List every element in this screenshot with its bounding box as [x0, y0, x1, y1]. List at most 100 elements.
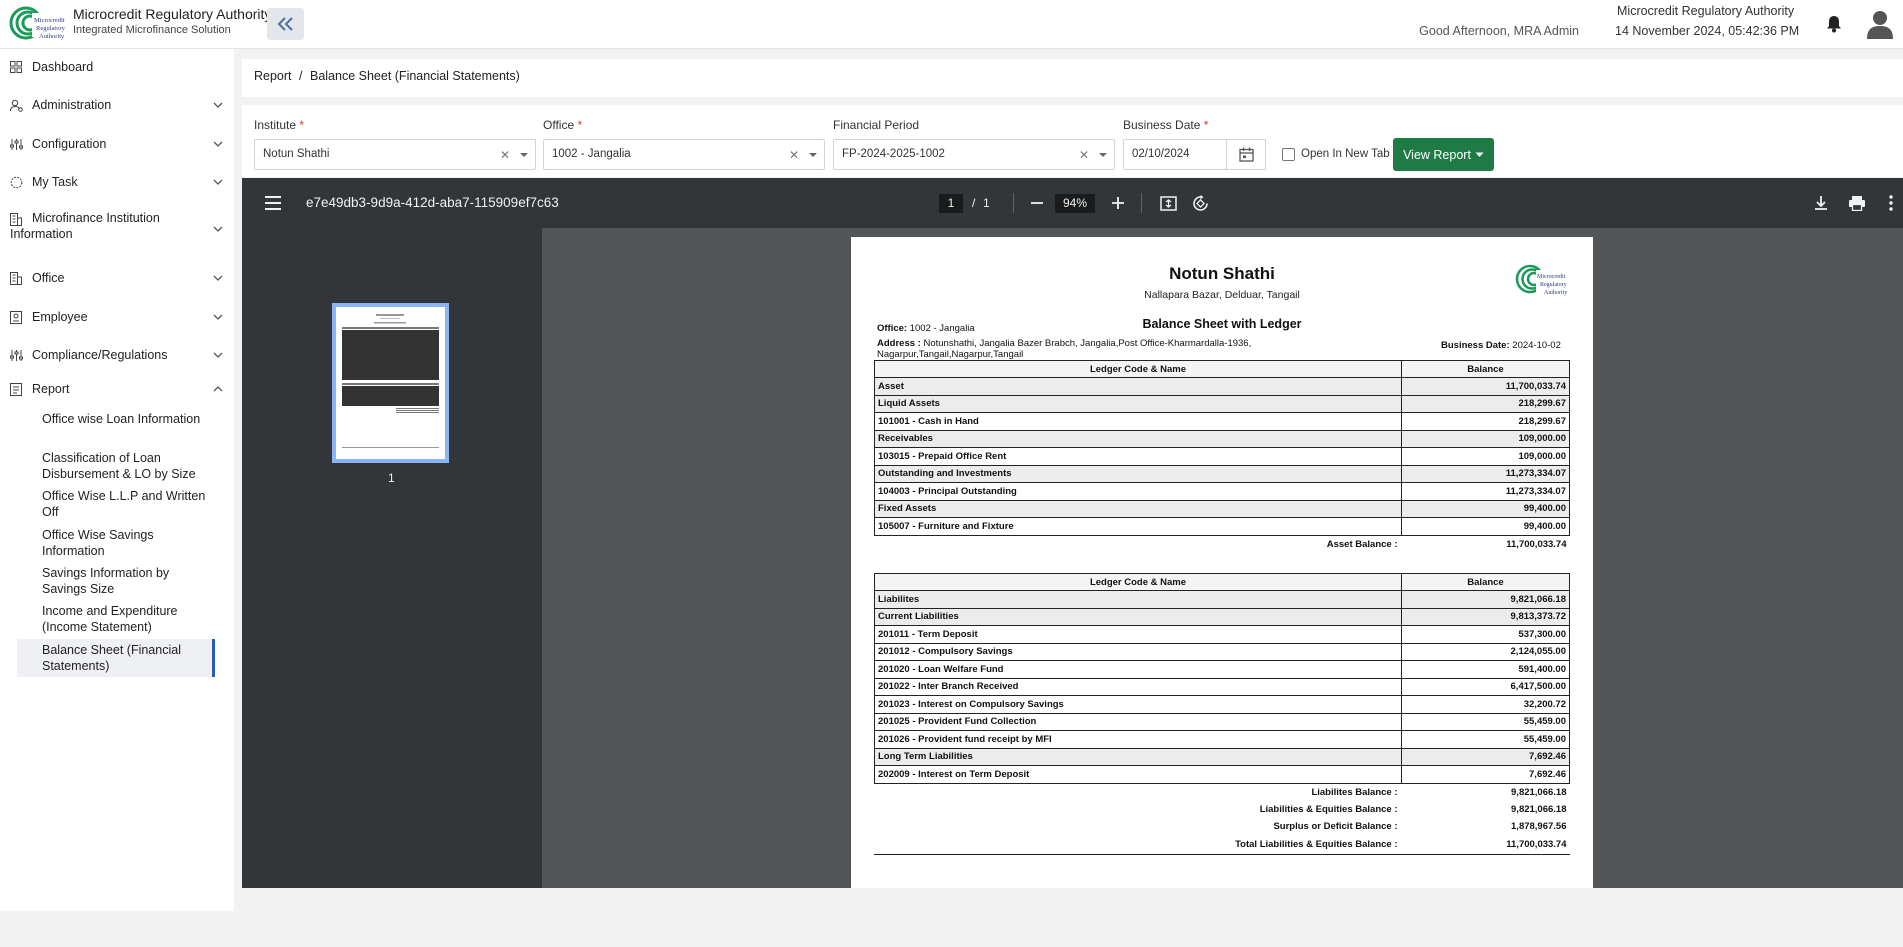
menu-icon[interactable]: [264, 195, 282, 211]
total-row: Surplus or Deficit Balance : 1,878,967.56: [875, 818, 1570, 836]
caret-down-icon[interactable]: [519, 152, 529, 158]
sliders-icon: [9, 348, 23, 362]
asset-ledger-table: Ledger Code & Name Balance Asset 11,700,0…: [874, 360, 1570, 553]
sidebar-item-configuration[interactable]: Configuration: [0, 134, 234, 154]
zoom-level-input[interactable]: 94%: [1055, 194, 1095, 213]
sidebar-item-label: Report: [32, 382, 70, 396]
open-new-tab-label: Open In New Tab: [1301, 148, 1390, 160]
report-sub-office-savings[interactable]: Office Wise Savings Information: [42, 527, 212, 559]
sidebar-item-compliance[interactable]: Compliance/Regulations: [0, 345, 234, 365]
ledger-balance-cell: 11,700,033.74: [1401, 377, 1570, 396]
sidebar-item-dashboard[interactable]: Dashboard: [0, 57, 234, 77]
total-row: Liabilites Balance : 9,821,066.18: [875, 783, 1570, 801]
sidebar-item-office[interactable]: Office: [0, 268, 234, 288]
current-datetime: 14 November 2024, 05:42:36 PM: [1615, 24, 1800, 38]
institute-select[interactable]: Notun Shathi ✕: [254, 139, 536, 170]
total-value: 11,700,033.74: [1506, 538, 1567, 550]
financial-period-value: FP-2024-2025-1002: [842, 148, 945, 160]
fit-page-icon: [1159, 195, 1177, 211]
bell-icon[interactable]: [1826, 15, 1842, 33]
circle-icon: [9, 175, 23, 189]
institute-label: Institute *: [254, 118, 305, 132]
more-options-button[interactable]: [1879, 191, 1903, 215]
sidebar-item-mfi-information[interactable]: Microfinance Institution Information: [0, 211, 234, 241]
clear-icon[interactable]: ✕: [789, 148, 799, 162]
office-value: 1002 - Jangalia: [552, 148, 631, 160]
report-page: Notun Shathi Nallapara Bazar, Delduar, T…: [851, 237, 1593, 888]
id-card-icon: [9, 310, 23, 324]
sidebar-item-label: Dashboard: [32, 60, 94, 74]
business-date-value: 02/10/2024: [1132, 148, 1190, 160]
zoom-out-button[interactable]: [1025, 191, 1049, 215]
ledger-name-cell: Outstanding and Investments: [874, 464, 1402, 483]
report-business-date: Business Date: 2024-10-02: [1441, 340, 1561, 351]
report-sub-savings-size[interactable]: Savings Information by Savings Size: [42, 565, 212, 597]
office-label: Office *: [543, 118, 583, 132]
report-office: Office: 1002 - Jangalia: [877, 323, 975, 334]
chevron-down-icon: [213, 102, 223, 108]
total-label: Surplus or Deficit Balance :: [1273, 821, 1398, 833]
calendar-button[interactable]: [1226, 139, 1266, 170]
mra-logo: Microcredit Regulatory Authority: [9, 6, 66, 40]
ledger-balance-cell: 537,300.00: [1401, 625, 1570, 644]
ledger-name-cell: 201011 - Term Deposit: [874, 625, 1402, 644]
office-select[interactable]: 1002 - Jangalia ✕: [543, 139, 825, 170]
page-number-input[interactable]: 1: [939, 194, 963, 213]
download-icon: [1815, 196, 1827, 210]
ledger-name-cell: 104003 - Principal Outstanding: [874, 482, 1402, 501]
user-avatar-icon[interactable]: [1866, 9, 1894, 39]
report-sub-office-loan[interactable]: Office wise Loan Information: [42, 411, 212, 427]
report-org-title: Notun Shathi: [1169, 264, 1275, 283]
svg-text:Regulatory: Regulatory: [36, 25, 66, 32]
print-button[interactable]: [1845, 191, 1869, 215]
clear-icon[interactable]: ✕: [500, 148, 510, 162]
sidebar-item-employee[interactable]: Employee: [0, 307, 234, 327]
business-date-input[interactable]: 02/10/2024: [1123, 139, 1227, 170]
total-label: Asset Balance :: [1326, 538, 1398, 550]
ledger-name-cell: Asset: [874, 377, 1402, 396]
view-report-button[interactable]: View Report: [1393, 138, 1494, 171]
ledger-name-cell: Receivables: [874, 429, 1402, 448]
table-row: 103015 - Prepaid Office Rent 109,000.00: [874, 447, 1570, 466]
column-header-balance: Balance: [1401, 360, 1570, 378]
fit-page-button[interactable]: [1156, 191, 1180, 215]
zoom-in-button[interactable]: [1106, 191, 1130, 215]
sidebar-item-label: Office: [32, 271, 65, 285]
users-cog-icon: [9, 98, 23, 112]
rotate-button[interactable]: [1188, 191, 1212, 215]
ledger-name-cell: 105007 - Furniture and Fixture: [874, 517, 1402, 536]
sidebar-item-report[interactable]: Report: [0, 379, 234, 399]
report-sub-balance-sheet[interactable]: Balance Sheet (Financial Statements): [17, 639, 215, 677]
toolbar-divider: [1013, 193, 1014, 213]
caret-down-icon[interactable]: [808, 152, 818, 158]
sidebar-item-administration[interactable]: Administration: [0, 95, 234, 115]
collapse-sidebar-button[interactable]: [267, 8, 304, 40]
minus-icon: [1031, 202, 1043, 204]
double-chevron-left-icon: [277, 17, 293, 31]
page-separator: /: [972, 196, 976, 210]
view-report-label: View Report: [1403, 147, 1471, 162]
download-button[interactable]: [1809, 191, 1833, 215]
total-value: 9,821,066.18: [1511, 803, 1567, 815]
caret-down-icon: [1475, 152, 1484, 157]
financial-period-select[interactable]: FP-2024-2025-1002 ✕: [833, 139, 1115, 170]
table-row: 105007 - Furniture and Fixture 99,400.00: [874, 517, 1570, 536]
table-row: Receivables 109,000.00: [874, 429, 1570, 448]
page-thumbnail[interactable]: [332, 303, 449, 463]
report-address: Address : Notunshathi, Jangalia Bazer Br…: [877, 338, 1252, 360]
grid-icon: [9, 60, 23, 74]
report-sub-loan-classification[interactable]: Classification of Loan Disbursement & LO…: [42, 450, 212, 482]
breadcrumb-root[interactable]: Report: [254, 69, 292, 83]
ledger-balance-cell: 218,299.67: [1401, 412, 1570, 431]
report-sub-income-expenditure[interactable]: Income and Expenditure (Income Statement…: [42, 603, 212, 635]
report-sub-llp-written-off[interactable]: Office Wise L.L.P and Written Off: [42, 488, 212, 520]
caret-down-icon[interactable]: [1098, 152, 1108, 158]
report-org-address: Nallapara Bazar, Delduar, Tangail: [1144, 289, 1300, 301]
viewer-scrollbar[interactable]: [1896, 236, 1903, 888]
thumbnail-sidebar: 1: [242, 228, 542, 888]
clear-icon[interactable]: ✕: [1079, 148, 1089, 162]
open-new-tab-checkbox[interactable]: [1282, 148, 1295, 161]
total-value: 1,878,967.56: [1511, 821, 1567, 833]
sidebar-item-my-task[interactable]: My Task: [0, 172, 234, 192]
ledger-balance-cell: 2,124,055.00: [1401, 642, 1570, 661]
